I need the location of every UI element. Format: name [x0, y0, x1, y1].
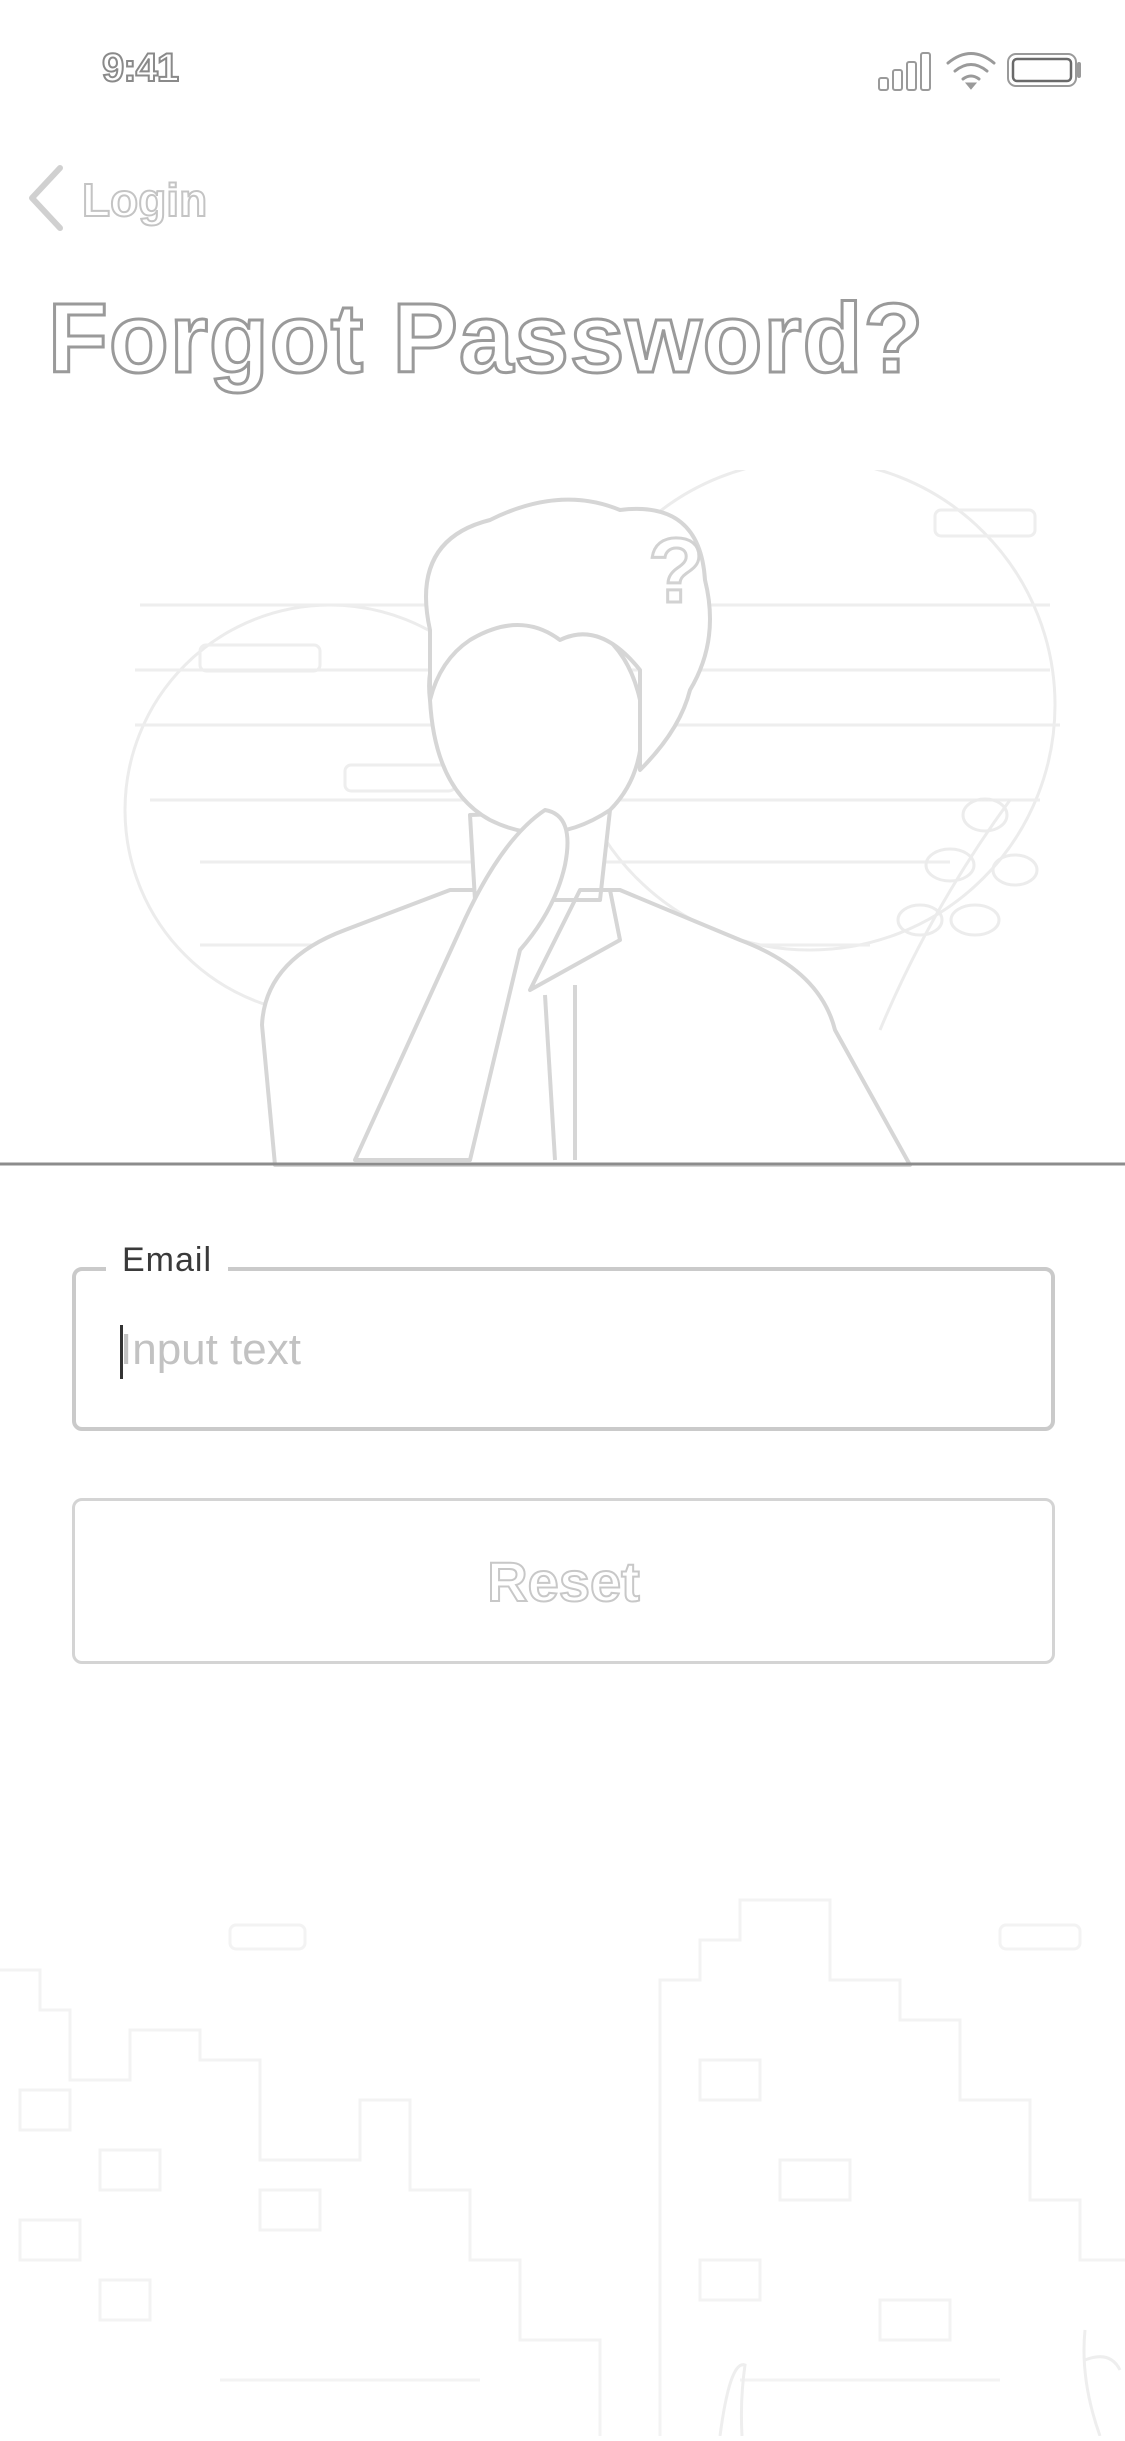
city-skyline-illustration — [0, 1860, 1125, 2437]
question-mark: ? — [648, 520, 704, 622]
wifi-icon — [946, 52, 996, 90]
reset-button[interactable]: Reset — [72, 1498, 1055, 1664]
email-label: Email — [106, 1241, 229, 1280]
signal-icon — [878, 52, 931, 91]
status-icons — [876, 48, 1086, 99]
battery-icon — [1007, 53, 1081, 87]
back-label: Login — [81, 173, 208, 227]
email-field[interactable]: Email — [72, 1241, 1055, 1431]
chevron-left-icon — [22, 160, 68, 241]
status-bar: 9:41 — [0, 0, 1125, 140]
email-input[interactable] — [120, 1315, 1000, 1385]
forgot-password-illustration: ? — [0, 458, 1125, 1170]
status-time: 9:41 — [101, 45, 180, 91]
back-button[interactable]: Login — [22, 160, 208, 241]
page-title: Forgot Password? — [46, 282, 925, 395]
reset-button-label: Reset — [486, 1549, 641, 1614]
